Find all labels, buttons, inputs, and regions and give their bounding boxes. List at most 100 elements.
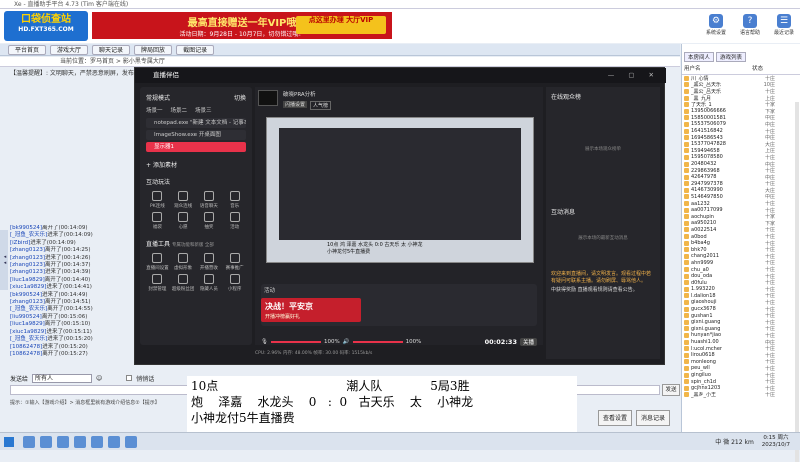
emote-icon[interactable]: ☺: [96, 375, 102, 382]
user-row[interactable]: huashi1.00 中庄: [682, 339, 800, 345]
user-row[interactable]: gixni.guang 十庄: [682, 319, 800, 326]
user-row[interactable]: chu_a0 十庄: [682, 266, 800, 273]
user-row[interactable]: ahn9999 十庄: [682, 260, 800, 266]
hide-user-icon[interactable]: 隐藏人员: [198, 274, 221, 292]
lucky-bag-icon[interactable]: 福袋: [146, 212, 169, 230]
user-row[interactable]: 159494658 上庄: [682, 148, 800, 154]
message-history-button[interactable]: 消息记录: [636, 410, 670, 426]
speaker-icon[interactable]: 🔊: [343, 339, 350, 345]
history-button[interactable]: ☰ 最近记录: [770, 14, 798, 40]
user-row[interactable]: 1.993220 十庄: [682, 286, 800, 293]
tab-scene-1[interactable]: 场景一: [146, 106, 163, 114]
audience-link-icon[interactable]: 观众连线: [172, 191, 195, 209]
system-settings-button[interactable]: ⚙ 系统设置: [702, 14, 730, 40]
user-row[interactable]: 13950066666 下家: [682, 108, 800, 115]
source-item[interactable]: ImageShow.exe 开桌面图: [146, 130, 246, 140]
end-stream-button[interactable]: 关播: [519, 338, 537, 346]
music-icon[interactable]: 音乐: [223, 191, 246, 209]
user-row[interactable]: 2947997378 十庄: [682, 181, 800, 187]
pk-icon[interactable]: PK连线: [146, 191, 169, 209]
view-settings-button[interactable]: 查看设置: [598, 410, 632, 426]
ad-banner[interactable]: 最高直接赠送一年VIP哦 活动日期：9月28日 - 10月7日，切勿错过哦！ 点…: [92, 12, 392, 39]
taskview-icon[interactable]: [40, 435, 52, 448]
scene-thumbnail[interactable]: [258, 90, 278, 106]
user-row[interactable]: l:ucol.mcher 十庄: [682, 345, 800, 352]
user-row[interactable]: 4146730990 大庄: [682, 187, 800, 194]
user-row[interactable]: b4ba4g 十庄: [682, 240, 800, 246]
side-tab[interactable]: ◂◂: [0, 230, 8, 290]
wish-icon[interactable]: 心愿: [172, 212, 195, 230]
speaker-slider[interactable]: [352, 341, 403, 343]
edge-icon[interactable]: [57, 435, 69, 448]
user-row[interactable]: dou_oda 十庄: [682, 273, 800, 279]
explorer-icon[interactable]: [74, 435, 86, 448]
menu-replay[interactable]: 牌局回放: [134, 44, 173, 55]
mic-icon[interactable]: 🎙: [261, 339, 268, 345]
mic-slider[interactable]: [270, 341, 321, 343]
revenue-icon[interactable]: 开播营收: [198, 253, 221, 271]
recipient-select[interactable]: 所有人: [32, 373, 93, 383]
user-row[interactable]: _黑公_吕天乐 十庄: [682, 88, 800, 95]
lottery-icon[interactable]: 抽奖: [198, 212, 221, 230]
search-icon[interactable]: [23, 435, 35, 448]
user-row[interactable]: aochupin 十家: [682, 213, 800, 220]
user-row[interactable]: 15537506079 中庄: [682, 121, 800, 128]
ad-vip-button[interactable]: 点这里办理 大厅VIP: [296, 16, 386, 34]
user-row[interactable]: 1641516842 十庄: [682, 128, 800, 134]
menu-lobby[interactable]: 游戏大厅: [50, 44, 89, 55]
help-button[interactable]: ? 语言帮助: [736, 14, 764, 40]
user-row[interactable]: gingiluo 十庄: [682, 372, 800, 378]
user-row[interactable]: 1694586543 中庄: [682, 134, 800, 141]
user-row[interactable]: giaoshouji 十庄: [682, 299, 800, 306]
site-logo[interactable]: 口袋侦查站 HD.FXT365.COM: [4, 11, 88, 41]
user-row[interactable]: gucx3678 十庄: [682, 306, 800, 312]
user-row[interactable]: 15850001581 中庄: [682, 115, 800, 121]
user-list-scrollbar[interactable]: [795, 102, 799, 462]
user-row[interactable]: aa1232 十庄: [682, 200, 800, 207]
mini-program-icon[interactable]: 小程序: [223, 274, 246, 292]
room-settings-icon[interactable]: 直播间设置: [146, 253, 169, 271]
store-icon[interactable]: [91, 435, 103, 448]
source-item[interactable]: notepad.exe "新建 文本文档 - 记事本: [146, 118, 246, 128]
private-checkbox[interactable]: [126, 375, 133, 381]
user-row[interactable]: 川_心情 十庄: [682, 75, 800, 82]
user-row[interactable]: 5146497850 中庄: [682, 194, 800, 200]
user-row[interactable]: 1595078580 十庄: [682, 154, 800, 161]
fan-club-icon[interactable]: 超级粉丝团: [172, 274, 195, 292]
tag-settings[interactable]: 闪播设置: [283, 101, 308, 108]
user-row[interactable]: peu_wll 十庄: [682, 365, 800, 372]
ban-icon[interactable]: 封禁管理: [146, 274, 169, 292]
menu-screenshots[interactable]: 截图记录: [176, 44, 215, 55]
source-item-selected[interactable]: 显示器1: [146, 142, 246, 152]
menu-chat-log[interactable]: 聊天记录: [92, 44, 131, 55]
tab-room-users[interactable]: 本房间人: [684, 52, 715, 62]
user-row[interactable]: 了天乐_1 十家: [682, 101, 800, 108]
switch-button[interactable]: 切换: [234, 93, 246, 102]
start-icon[interactable]: [4, 436, 14, 447]
add-source-button[interactable]: + 添加素材: [140, 154, 252, 171]
tab-scene-2[interactable]: 场景二: [171, 106, 188, 114]
stream-preview[interactable]: 10点 鸿 泽嘉 水龙头 0:0 古天乐 太 小神龙 小神龙付5牛直播费: [266, 117, 534, 263]
tag-popularity[interactable]: 人气榜: [310, 101, 332, 110]
promo-card[interactable]: 决战！平安京 开播冲榜赢好礼: [261, 298, 361, 322]
send-button[interactable]: 发送: [662, 384, 680, 396]
user-row[interactable]: _黑乡_小王 十庄: [682, 392, 800, 398]
avatar-icon[interactable]: 虚拟形象: [172, 253, 195, 271]
user-row[interactable]: l.dalion18 十庄: [682, 293, 800, 299]
user-row[interactable]: _黑公_吕天乐 10庄: [682, 82, 800, 88]
user-row[interactable]: aa00717099 十庄: [682, 207, 800, 213]
user-row[interactable]: lirou0618 十庄: [682, 352, 800, 359]
user-row[interactable]: aa950210 下家: [682, 220, 800, 227]
menu-home[interactable]: 平台首页: [8, 44, 47, 55]
user-row[interactable]: 42647978 中庄: [682, 174, 800, 181]
clock[interactable]: 0:15 周六 2023/10/7: [762, 435, 790, 449]
app-icon[interactable]: [108, 435, 120, 448]
user-row[interactable]: a0bod 十庄: [682, 233, 800, 240]
user-row[interactable]: spin_ch1d 十庄: [682, 378, 800, 385]
user-row[interactable]: a0022514 十庄: [682, 227, 800, 233]
user-row[interactable]: gixni.guang 十庄: [682, 326, 800, 332]
user-row[interactable]: 15377047828 大庄: [682, 141, 800, 148]
event-icon[interactable]: 活动: [223, 212, 246, 230]
user-row[interactable]: bhk70 十庄: [682, 246, 800, 253]
user-row[interactable]: gcjhnx1203 十庄: [682, 385, 800, 392]
